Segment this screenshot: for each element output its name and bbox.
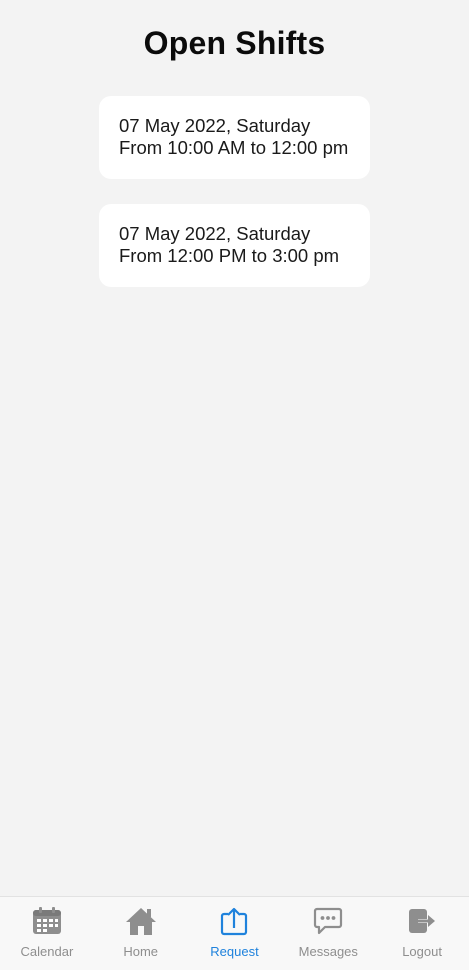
- tab-label: Request: [210, 944, 259, 959]
- shift-time: From 12:00 PM to 3:00 pm: [119, 245, 340, 266]
- shift-card[interactable]: 07 May 2022, Saturday From 12:00 PM to 3…: [99, 204, 370, 287]
- upload-request-icon: [218, 905, 250, 937]
- screen: Open Shifts 07 May 2022, Saturday From 1…: [0, 0, 469, 970]
- tab-logout[interactable]: Logout: [375, 897, 469, 970]
- shift-card[interactable]: 07 May 2022, Saturday From 10:00 AM to 1…: [99, 96, 370, 179]
- shift-date: 07 May 2022, Saturday: [119, 223, 311, 244]
- tab-label: Home: [123, 944, 159, 959]
- logout-icon: [406, 905, 438, 937]
- page-title: Open Shifts: [143, 25, 326, 61]
- shift-list: 07 May 2022, Saturday From 10:00 AM to 1…: [99, 96, 370, 312]
- tab-label: Logout: [402, 944, 442, 959]
- tab-calendar[interactable]: Calendar: [0, 897, 94, 970]
- tab-label: Calendar: [20, 944, 74, 959]
- tab-request[interactable]: Request: [188, 897, 282, 970]
- tab-home[interactable]: Home: [94, 897, 188, 970]
- shift-time: From 10:00 AM to 12:00 pm: [119, 137, 349, 158]
- tab-messages[interactable]: Messages: [281, 897, 375, 970]
- calendar-icon: [31, 905, 63, 937]
- home-icon: [125, 905, 157, 937]
- bottom-tab-bar: Calendar Home Request Messages Logout: [0, 896, 469, 970]
- shift-date: 07 May 2022, Saturday: [119, 115, 311, 136]
- tab-label: Messages: [298, 944, 358, 959]
- message-icon: [312, 905, 344, 937]
